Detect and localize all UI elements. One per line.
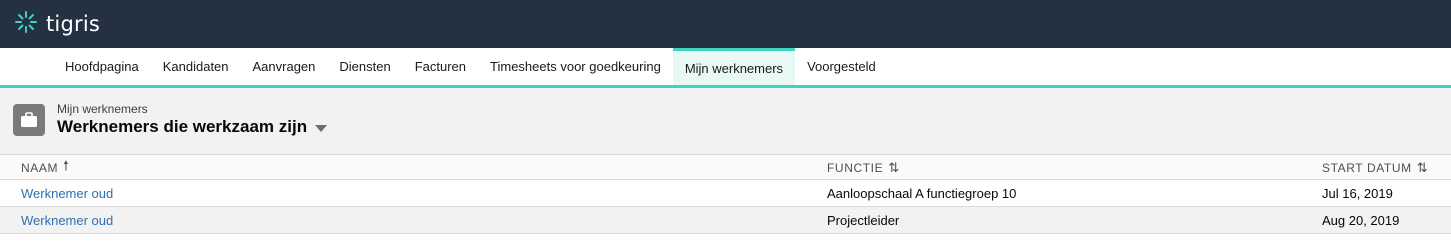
tab-voorgesteld[interactable]: Voorgesteld bbox=[795, 48, 888, 85]
object-label: Mijn werknemers bbox=[57, 102, 148, 116]
employee-name-link[interactable]: Werknemer oud bbox=[21, 207, 113, 233]
column-header-naam[interactable]: NAAM 🠕 bbox=[21, 155, 69, 180]
employees-table: NAAM 🠕 FUNCTIE ⇅ START DATUM ⇅ Werknemer… bbox=[0, 155, 1451, 234]
function-cell: Aanloopschaal A functiegroep 10 bbox=[827, 185, 1017, 201]
page-title: Werknemers die werkzaam zijn bbox=[57, 117, 308, 136]
logo-text: tigris bbox=[46, 12, 101, 36]
briefcase-icon bbox=[13, 104, 45, 136]
column-header-functie[interactable]: FUNCTIE ⇅ bbox=[827, 155, 900, 180]
list-view-header: Mijn werknemers Werknemers die werkzaam … bbox=[0, 88, 1451, 155]
column-label: START DATUM bbox=[1322, 160, 1412, 175]
table-header: NAAM 🠕 FUNCTIE ⇅ START DATUM ⇅ bbox=[0, 155, 1451, 180]
sort-icon[interactable]: ⇅ bbox=[1417, 160, 1429, 176]
logo[interactable]: tigris bbox=[14, 10, 100, 39]
column-header-start-datum[interactable]: START DATUM ⇅ bbox=[1322, 155, 1428, 180]
chevron-down-icon[interactable] bbox=[315, 124, 328, 132]
column-label: FUNCTIE bbox=[827, 160, 884, 175]
tab-mijn-werknemers[interactable]: Mijn werknemers bbox=[672, 48, 796, 85]
table-row: Werknemer oud Projectleider Aug 20, 2019 bbox=[0, 207, 1451, 234]
main-nav: Hoofdpagina Kandidaten Aanvragen Dienste… bbox=[0, 48, 1451, 88]
tigris-burst-icon bbox=[14, 10, 38, 39]
table-row: Werknemer oud Aanloopschaal A functiegro… bbox=[0, 180, 1451, 207]
tab-kandidaten[interactable]: Kandidaten bbox=[151, 48, 241, 85]
tab-aanvragen[interactable]: Aanvragen bbox=[241, 48, 328, 85]
top-bar: tigris bbox=[0, 0, 1451, 48]
function-cell: Projectleider bbox=[827, 212, 900, 228]
tab-timesheets[interactable]: Timesheets voor goedkeuring bbox=[478, 48, 673, 85]
tab-diensten[interactable]: Diensten bbox=[327, 48, 402, 85]
arrow-up-icon[interactable]: 🠕 bbox=[63, 157, 69, 179]
employee-name-link[interactable]: Werknemer oud bbox=[21, 180, 113, 206]
tab-facturen[interactable]: Facturen bbox=[403, 48, 478, 85]
column-label: NAAM bbox=[21, 160, 59, 175]
tab-hoofdpagina[interactable]: Hoofdpagina bbox=[53, 48, 151, 85]
sort-icon[interactable]: ⇅ bbox=[888, 160, 900, 176]
list-view-selector[interactable]: Werknemers die werkzaam zijn bbox=[57, 117, 328, 137]
start-date-cell: Jul 16, 2019 bbox=[1322, 185, 1393, 201]
start-date-cell: Aug 20, 2019 bbox=[1322, 212, 1400, 228]
